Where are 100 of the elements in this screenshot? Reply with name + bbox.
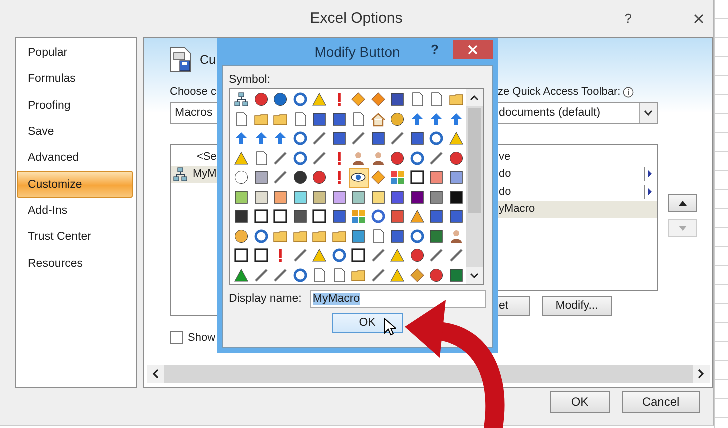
sidebar-item[interactable]: Advanced — [17, 145, 133, 172]
ok-button[interactable]: OK — [332, 313, 403, 333]
reset-button[interactable]: et — [495, 296, 530, 316]
square-icon[interactable] — [351, 190, 366, 205]
line-icon[interactable] — [273, 268, 288, 283]
square-icon[interactable] — [390, 190, 406, 205]
list-item[interactable]: yMacro — [496, 200, 657, 218]
circle-icon[interactable] — [390, 112, 406, 127]
list-item[interactable]: ve — [496, 148, 657, 166]
square-icon[interactable] — [429, 170, 444, 186]
square-icon[interactable] — [332, 190, 347, 205]
square-icon[interactable] — [292, 190, 308, 205]
list-item[interactable]: <Se — [171, 148, 219, 166]
ring-icon[interactable] — [429, 131, 444, 146]
sidebar-item[interactable]: Formulas — [17, 66, 133, 93]
outline-square-icon[interactable] — [273, 209, 288, 224]
modify-button[interactable]: Modify... — [542, 296, 612, 316]
move-up-button[interactable] — [668, 194, 697, 212]
outline-square-icon[interactable] — [234, 248, 250, 264]
circle-icon[interactable] — [448, 150, 464, 166]
square-icon[interactable] — [273, 190, 288, 205]
arrow-icon[interactable] — [234, 131, 250, 146]
square-icon[interactable] — [429, 209, 444, 224]
line-icon[interactable] — [448, 248, 464, 264]
square-icon[interactable] — [410, 190, 425, 205]
sidebar-item[interactable]: Resources — [17, 250, 133, 277]
outline-square-icon[interactable] — [410, 170, 425, 186]
triangle-icon[interactable] — [312, 92, 328, 108]
arrow-icon[interactable] — [410, 112, 425, 127]
list-item[interactable]: do — [496, 183, 657, 200]
diamond-icon[interactable] — [410, 268, 425, 283]
line-icon[interactable] — [370, 268, 386, 283]
page-icon[interactable] — [351, 112, 366, 127]
line-icon[interactable] — [312, 131, 328, 146]
square-icon[interactable] — [390, 92, 406, 108]
circle-icon[interactable] — [273, 92, 288, 108]
list-item[interactable]: do — [496, 166, 657, 183]
tiles-icon[interactable] — [390, 170, 406, 186]
scroll-down-icon[interactable] — [470, 272, 479, 278]
page-icon[interactable] — [254, 150, 269, 166]
line-icon[interactable] — [370, 248, 386, 264]
sidebar-item[interactable]: Save — [17, 118, 133, 146]
square-icon[interactable] — [332, 209, 347, 224]
person-icon[interactable] — [351, 150, 366, 166]
circle-icon[interactable] — [234, 228, 250, 244]
sidebar-item[interactable]: Popular — [17, 40, 133, 66]
circle-icon[interactable] — [234, 170, 250, 186]
outline-square-icon[interactable] — [351, 248, 366, 264]
page-icon[interactable] — [234, 112, 250, 127]
circle-icon[interactable] — [410, 248, 425, 264]
vertical-scrollbar[interactable] — [466, 89, 483, 284]
sidebar-item[interactable]: Proofing — [17, 92, 133, 119]
ring-icon[interactable] — [254, 228, 269, 244]
square-icon[interactable] — [292, 209, 308, 224]
page-icon[interactable] — [292, 112, 308, 127]
help-button[interactable]: ? — [431, 42, 439, 57]
triangle-icon[interactable] — [390, 268, 406, 283]
ok-button[interactable]: OK — [550, 391, 610, 413]
close-icon[interactable] — [694, 14, 704, 24]
square-icon[interactable] — [429, 228, 444, 244]
toolbar-dropdown[interactable]: documents (default) — [495, 102, 658, 124]
triangle-icon[interactable] — [410, 209, 425, 224]
circle-icon[interactable] — [312, 170, 328, 186]
square-icon[interactable] — [254, 170, 269, 186]
square-icon[interactable] — [312, 190, 328, 205]
square-icon[interactable] — [448, 268, 464, 283]
diamond-icon[interactable] — [351, 92, 366, 108]
circle-icon[interactable] — [429, 268, 444, 283]
square-icon[interactable] — [254, 190, 269, 205]
line-icon[interactable] — [254, 268, 269, 283]
line-icon[interactable] — [390, 131, 406, 146]
triangle-icon[interactable] — [312, 248, 328, 264]
square-icon[interactable] — [351, 228, 366, 244]
square-icon[interactable] — [390, 228, 406, 244]
page-icon[interactable] — [312, 268, 328, 283]
ring-icon[interactable] — [292, 268, 308, 283]
scroll-right-icon[interactable] — [698, 369, 705, 379]
triangle-icon[interactable] — [448, 131, 464, 146]
house-icon[interactable] — [370, 112, 386, 127]
triangle-icon[interactable] — [234, 268, 250, 283]
network-icon[interactable] — [234, 92, 250, 108]
cancel-button[interactable]: Cancel — [622, 391, 700, 413]
square-icon[interactable] — [390, 209, 406, 224]
square-icon[interactable] — [332, 131, 347, 146]
page-icon[interactable] — [410, 92, 425, 108]
page-icon[interactable] — [429, 92, 444, 108]
ring-icon[interactable] — [292, 92, 308, 108]
sidebar-item[interactable]: Trust Center — [17, 224, 133, 250]
ring-icon[interactable] — [410, 228, 425, 244]
triangle-icon[interactable] — [390, 248, 406, 264]
sidebar-item[interactable]: Customize — [17, 171, 133, 198]
ring-icon[interactable] — [410, 150, 425, 166]
checkbox[interactable] — [170, 331, 183, 344]
page-icon[interactable] — [332, 268, 347, 283]
square-icon[interactable] — [234, 190, 250, 205]
line-icon[interactable] — [292, 248, 308, 264]
square-icon[interactable] — [448, 190, 464, 205]
scroll-left-icon[interactable] — [152, 369, 159, 379]
folder-icon[interactable] — [448, 92, 464, 108]
line-icon[interactable] — [429, 248, 444, 264]
